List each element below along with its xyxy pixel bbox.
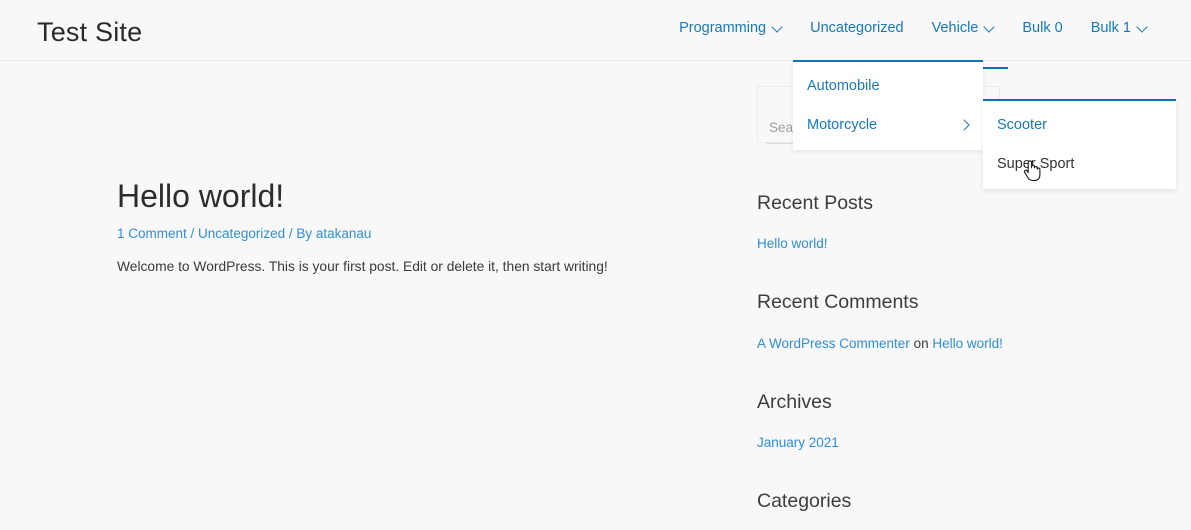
post-meta-separator: / <box>186 226 199 241</box>
comment-connector: on <box>909 336 933 351</box>
dropdown-item-label: Motorcycle <box>807 116 878 133</box>
nav-item-programming[interactable]: Programming <box>665 14 796 42</box>
post-author-link[interactable]: By atakanau <box>296 226 371 241</box>
submenu-item-super-sport[interactable]: Super Sport <box>983 144 1176 183</box>
submenu-item-scooter[interactable]: Scooter <box>983 105 1176 144</box>
vehicle-dropdown-menu: Automobile Motorcycle <box>793 60 983 150</box>
recent-comments-heading: Recent Comments <box>757 291 919 313</box>
site-header: Test Site Programming Uncategorized Vehi… <box>0 0 1191 69</box>
chevron-down-icon <box>773 22 782 31</box>
dropdown-item-label: Automobile <box>807 77 880 94</box>
nav-item-vehicle[interactable]: Vehicle <box>917 14 1009 69</box>
post-meta: 1 Comment / Uncategorized / By atakanau <box>117 225 371 243</box>
nav-item-uncategorized[interactable]: Uncategorized <box>796 14 918 42</box>
nav-item-label: Bulk 1 <box>1090 20 1131 36</box>
page-root: Test Site Programming Uncategorized Vehi… <box>0 0 1191 530</box>
post-category-link[interactable]: Uncategorized <box>198 226 285 241</box>
nav-item-label: Uncategorized <box>810 20 904 36</box>
main-content: Hello world! 1 Comment / Uncategorized /… <box>0 61 710 530</box>
site-title[interactable]: Test Site <box>37 16 142 48</box>
nav-item-bulk-0[interactable]: Bulk 0 <box>1008 14 1076 42</box>
nav-item-bulk-1[interactable]: Bulk 1 <box>1077 14 1161 42</box>
comment-author-link[interactable]: A WordPress Commenter <box>757 336 910 351</box>
recent-posts-item-hello-world[interactable]: Hello world! <box>757 235 828 253</box>
recent-comments-item: A WordPress Commenter on Hello world! <box>757 335 1003 353</box>
nav-item-label: Programming <box>679 20 767 36</box>
nav-item-label: Bulk 0 <box>1022 20 1063 36</box>
categories-heading: Categories <box>757 490 852 512</box>
comment-post-link[interactable]: Hello world! <box>932 336 1003 351</box>
submenu-item-label: Super Sport <box>997 155 1075 172</box>
submenu-item-label: Scooter <box>997 116 1047 133</box>
chevron-down-icon <box>985 22 994 31</box>
primary-navigation: Programming Uncategorized Vehicle Bulk 0… <box>665 14 1161 69</box>
post-title: Hello world! <box>117 178 285 214</box>
dropdown-item-automobile[interactable]: Automobile <box>793 66 983 105</box>
recent-posts-heading: Recent Posts <box>757 192 873 214</box>
chevron-right-icon <box>959 120 969 130</box>
dropdown-item-motorcycle[interactable]: Motorcycle <box>793 105 983 144</box>
archives-item-january-2021[interactable]: January 2021 <box>757 434 839 452</box>
chevron-down-icon <box>1138 22 1147 31</box>
archives-heading: Archives <box>757 391 832 413</box>
post-excerpt: Welcome to WordPress. This is your first… <box>117 259 608 274</box>
post-comments-link[interactable]: 1 Comment <box>117 226 187 241</box>
motorcycle-submenu: Scooter Super Sport <box>983 99 1176 189</box>
nav-item-label: Vehicle <box>931 20 979 36</box>
post-meta-separator: / <box>285 226 297 241</box>
